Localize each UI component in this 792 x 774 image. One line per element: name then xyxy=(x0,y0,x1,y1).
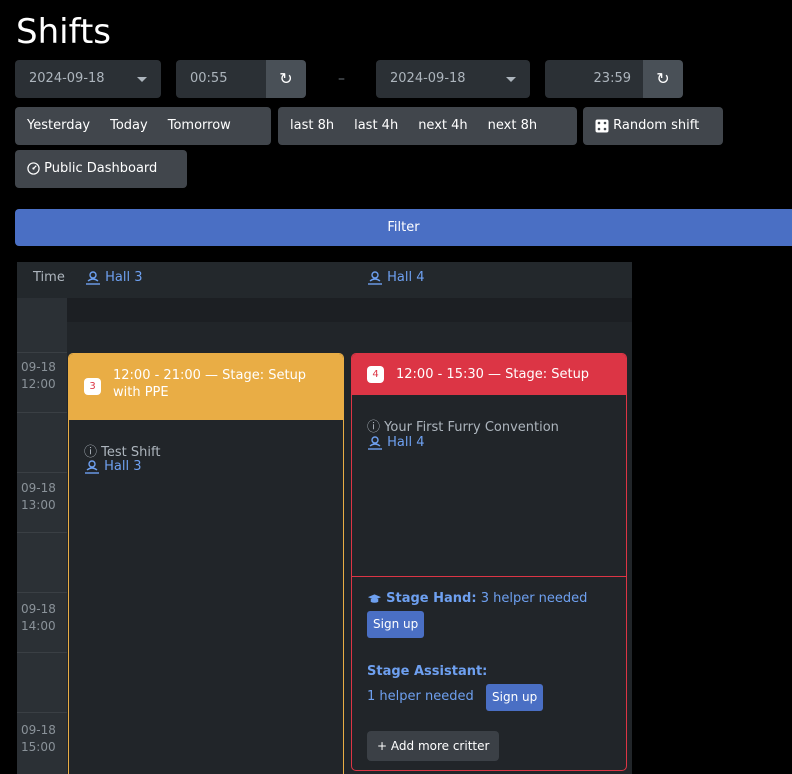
start-time-input[interactable]: 00:55 xyxy=(176,60,268,98)
location-header-hall-3[interactable]: Hall 3 xyxy=(85,270,143,285)
helpers-needed-text: 1 helper needed xyxy=(367,689,474,704)
end-time-value: 23:59 xyxy=(593,71,631,86)
random-shift-label: Random shift xyxy=(613,118,700,133)
chevron-down-icon xyxy=(506,77,516,82)
reset-end-button[interactable]: ↻ xyxy=(643,60,683,98)
shift-description: ⓘ Test Shift xyxy=(84,441,160,460)
location-person-icon xyxy=(85,459,99,474)
hours-button-group: last 8h last 4h next 4h next 8h xyxy=(278,107,577,145)
angel-type-stage-assistant: Stage Assistant: xyxy=(367,664,487,679)
start-time-value: 00:55 xyxy=(190,71,228,86)
time-label-1300: 09-18 13:00 xyxy=(21,480,56,514)
location-person-icon xyxy=(368,270,382,285)
shift-card-header: 3 12:00 - 21:00 — Stage: Setup with PPE xyxy=(69,354,343,420)
end-date-select[interactable]: 2024-09-18 xyxy=(376,60,530,98)
time-divider xyxy=(17,352,67,353)
filter-button[interactable]: Filter xyxy=(15,209,792,246)
time-divider xyxy=(17,412,67,413)
angel-type-name[interactable]: Stage Assistant: xyxy=(367,664,487,679)
last-4h-button[interactable]: last 4h xyxy=(346,107,410,145)
dice-icon xyxy=(595,119,609,132)
time-label-date: 09-18 xyxy=(21,602,56,616)
location-label: Hall 3 xyxy=(105,270,143,285)
time-label-date: 09-18 xyxy=(21,360,56,374)
shift-card-hall-3[interactable]: 3 12:00 - 21:00 — Stage: Setup with PPE … xyxy=(68,353,344,774)
add-more-label: Add more critter xyxy=(390,739,490,753)
shift-title: 12:00 - 21:00 — Stage: Setup with PPE xyxy=(113,368,307,400)
time-divider xyxy=(17,532,67,533)
time-label-time: 14:00 xyxy=(21,619,56,633)
angel-type-stage-hand: Stage Hand: 3 helper needed xyxy=(367,591,587,606)
reset-icon: ↻ xyxy=(279,69,293,88)
location-header-hall-4[interactable]: Hall 4 xyxy=(367,270,425,285)
end-time-input[interactable]: 23:59 xyxy=(545,60,645,98)
sign-up-button[interactable]: Sign up xyxy=(486,684,544,711)
today-button[interactable]: Today xyxy=(98,107,160,145)
shift-description-text: Test Shift xyxy=(101,445,161,460)
end-date-value: 2024-09-18 xyxy=(390,71,466,86)
speedometer-icon xyxy=(27,162,40,175)
time-divider xyxy=(17,592,67,593)
angel-type-name[interactable]: Stage Hand: xyxy=(386,591,476,606)
page-title: Shifts xyxy=(16,12,111,52)
shift-card-hall-4[interactable]: 4 12:00 - 15:30 — Stage: Setup ⓘ Your Fi… xyxy=(351,353,627,771)
shift-schedule: Time Hall 3 Hall 4 09-18 12:00 09-18 13:… xyxy=(17,262,632,774)
schedule-empty-row xyxy=(67,298,632,322)
time-label-time: 13:00 xyxy=(21,498,56,512)
graduation-cap-icon xyxy=(367,593,382,603)
time-label-1200: 09-18 12:00 xyxy=(21,359,56,393)
next-8h-button[interactable]: next 8h xyxy=(480,107,545,145)
time-divider xyxy=(17,472,67,473)
public-dashboard-button[interactable]: Public Dashboard xyxy=(15,150,187,188)
next-4h-button[interactable]: next 4h xyxy=(410,107,479,145)
public-dashboard-label: Public Dashboard xyxy=(44,161,158,176)
time-label-time: 12:00 xyxy=(21,377,56,391)
helpers-needed-text: 3 helper needed xyxy=(480,591,588,606)
chevron-down-icon xyxy=(137,77,147,82)
tomorrow-button[interactable]: Tomorrow xyxy=(160,107,239,145)
shift-location-label: Hall 4 xyxy=(387,435,425,450)
time-label-date: 09-18 xyxy=(21,481,56,495)
shift-card-divider xyxy=(352,576,626,577)
start-date-select[interactable]: 2024-09-18 xyxy=(15,60,161,98)
reset-start-button[interactable]: ↻ xyxy=(266,60,306,98)
sign-up-button[interactable]: Sign up xyxy=(367,611,425,638)
time-header: Time xyxy=(33,270,65,285)
yesterday-button[interactable]: Yesterday xyxy=(15,107,98,145)
info-icon: ⓘ xyxy=(367,420,381,435)
shift-title: 12:00 - 15:30 — Stage: Setup xyxy=(396,367,590,382)
shift-description-text: Your First Furry Convention xyxy=(384,420,559,435)
location-person-icon xyxy=(368,435,382,450)
shift-description: ⓘ Your First Furry Convention xyxy=(367,416,559,435)
shift-location-link[interactable]: Hall 3 xyxy=(84,459,142,474)
location-label: Hall 4 xyxy=(387,270,425,285)
start-date-value: 2024-09-18 xyxy=(29,71,105,86)
time-label-1400: 09-18 14:00 xyxy=(21,601,56,635)
info-icon: ⓘ xyxy=(84,445,98,460)
time-label-1500: 09-18 15:00 xyxy=(21,722,56,756)
time-label-time: 15:00 xyxy=(21,740,56,754)
reset-icon: ↻ xyxy=(656,69,670,88)
time-divider xyxy=(17,652,67,653)
last-8h-button[interactable]: last 8h xyxy=(278,107,346,145)
range-separator: – xyxy=(338,71,345,87)
shift-count-badge: 4 xyxy=(367,366,384,383)
location-person-icon xyxy=(86,270,100,285)
time-divider xyxy=(17,712,67,713)
shift-card-header: 4 12:00 - 15:30 — Stage: Setup xyxy=(352,354,626,395)
plus-icon: + xyxy=(377,739,388,753)
shift-count-badge: 3 xyxy=(84,378,101,395)
add-more-critter-button[interactable]: + Add more critter xyxy=(367,731,500,761)
random-shift-button[interactable]: Random shift xyxy=(583,107,723,145)
shift-location-link[interactable]: Hall 4 xyxy=(367,435,425,450)
shift-location-label: Hall 3 xyxy=(104,459,142,474)
time-label-date: 09-18 xyxy=(21,723,56,737)
day-button-group: Yesterday Today Tomorrow xyxy=(15,107,271,145)
